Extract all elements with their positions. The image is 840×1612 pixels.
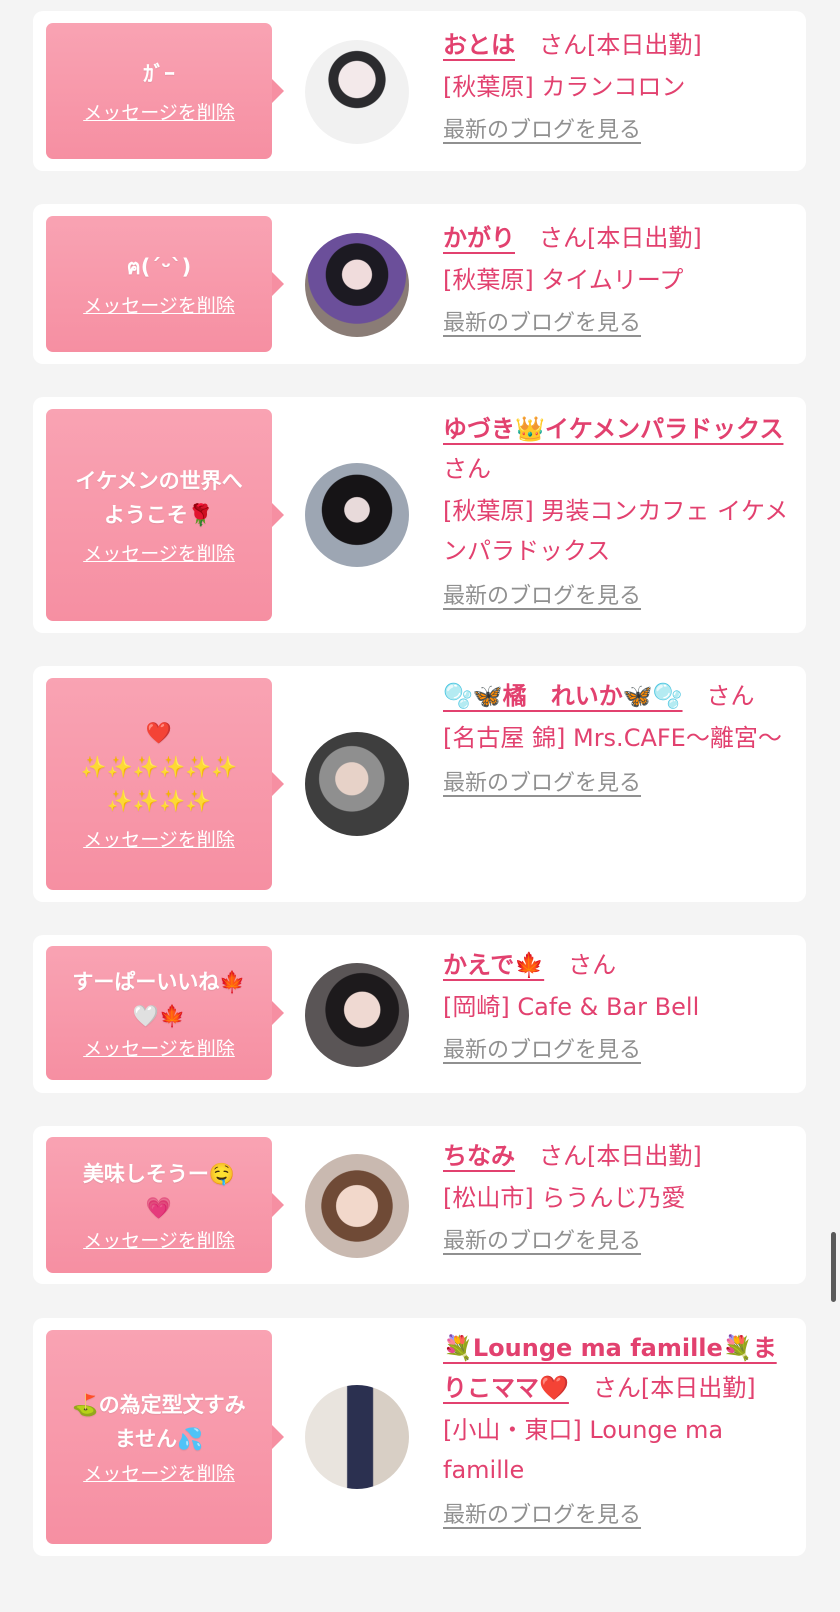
- shop-text: [小山・東口] Lounge ma famille: [443, 1416, 724, 1484]
- honorific: さん: [568, 951, 617, 979]
- attendance-status: [本日出勤]: [587, 31, 702, 59]
- honorific: さん: [539, 1142, 587, 1170]
- blog-link[interactable]: 最新のブログを見る: [443, 1500, 641, 1532]
- message-card: すーぱーいいね🍁 🤍🍁 メッセージを削除 かえで🍁 さん [岡崎] Cafe &…: [33, 935, 806, 1093]
- message-text: 美味しそうー🤤 💗: [82, 1162, 236, 1220]
- honorific: さん: [443, 455, 491, 483]
- honorific: さん: [706, 682, 755, 710]
- blog-link[interactable]: 最新のブログを見る: [443, 581, 641, 613]
- profile-info: かえで🍁 さん [岡崎] Cafe & Bar Bell 最新のブログを見る: [443, 945, 795, 1067]
- attendance-status: [本日出勤]: [587, 1142, 702, 1170]
- profile-info: 💐Lounge ma famille💐まりこママ❤️ さん[本日出勤] [小山・…: [443, 1328, 795, 1532]
- cast-name-link[interactable]: ゆづき👑イケメンパラドックス: [443, 415, 783, 443]
- message-bubble: 美味しそうー🤤 💗 メッセージを削除: [46, 1137, 284, 1273]
- avatar[interactable]: [305, 1385, 409, 1489]
- blog-link[interactable]: 最新のブログを見る: [443, 768, 641, 800]
- delete-message-link[interactable]: メッセージを削除: [83, 828, 235, 852]
- cast-name-link[interactable]: かえで🍁: [443, 951, 544, 979]
- blog-link[interactable]: 最新のブログを見る: [443, 115, 641, 147]
- message-text: すーぱーいいね🍁 🤍🍁: [72, 970, 246, 1028]
- scrollbar[interactable]: [831, 1232, 836, 1302]
- profile-info: ちなみ さん[本日出勤] [松山市] らうんじ乃愛 最新のブログを見る: [443, 1136, 795, 1258]
- message-text: ❤️ ✨✨✨✨✨✨ ✨✨✨✨: [80, 721, 238, 813]
- delete-message-link[interactable]: メッセージを削除: [83, 1462, 235, 1486]
- avatar[interactable]: [305, 1154, 409, 1258]
- shop-text: [岡崎] Cafe & Bar Bell: [443, 993, 700, 1021]
- message-card: 美味しそうー🤤 💗 メッセージを削除 ちなみ さん[本日出勤] [松山市] らう…: [33, 1126, 806, 1284]
- shop-text: [秋葉原] 男装コンカフェ イケメンパラドックス: [443, 497, 789, 565]
- profile-info: 🫧🦋橘 れいか🦋🫧 さん [名古屋 錦] Mrs.CAFE〜離宮〜 最新のブログ…: [443, 676, 795, 800]
- message-bubble: ❤️ ✨✨✨✨✨✨ ✨✨✨✨ メッセージを削除: [46, 678, 284, 890]
- attendance-status: [本日出勤]: [640, 1374, 756, 1402]
- cast-name-link[interactable]: ちなみ: [443, 1142, 515, 1170]
- message-card: ⛳️の為定型文すみ ません💦 メッセージを削除 💐Lounge ma famil…: [33, 1318, 806, 1556]
- cast-name-link[interactable]: おとは: [443, 31, 515, 59]
- cast-name-link[interactable]: かがり: [443, 224, 515, 252]
- delete-message-link[interactable]: メッセージを削除: [83, 101, 235, 125]
- message-list: ｶﾞｰ メッセージを削除 おとは さん[本日出勤] [秋葉原] カランコロン 最…: [0, 0, 840, 1612]
- message-bubble: すーぱーいいね🍁 🤍🍁 メッセージを削除: [46, 946, 284, 1080]
- delete-message-link[interactable]: メッセージを削除: [83, 1037, 235, 1061]
- message-text: ⛳️の為定型文すみ ません💦: [72, 1393, 246, 1451]
- attendance-status: [本日出勤]: [587, 224, 702, 252]
- delete-message-link[interactable]: メッセージを削除: [83, 294, 235, 318]
- avatar[interactable]: [305, 963, 409, 1067]
- avatar[interactable]: [305, 40, 409, 144]
- message-text: イケメンの世界へ ようこそ🌹: [75, 469, 243, 527]
- shop-text: [秋葉原] カランコロン: [443, 73, 686, 101]
- delete-message-link[interactable]: メッセージを削除: [83, 1229, 235, 1253]
- message-text: ฅ(ˊᵕˋ): [126, 255, 192, 279]
- cast-name-link[interactable]: 🫧🦋橘 れいか🦋🫧: [443, 682, 683, 710]
- message-bubble: ฅ(ˊᵕˋ) メッセージを削除: [46, 216, 284, 352]
- delete-message-link[interactable]: メッセージを削除: [83, 542, 235, 566]
- message-card: ｶﾞｰ メッセージを削除 おとは さん[本日出勤] [秋葉原] カランコロン 最…: [33, 11, 806, 171]
- honorific: さん: [592, 1374, 641, 1402]
- blog-link[interactable]: 最新のブログを見る: [443, 308, 641, 340]
- shop-text: [秋葉原] タイムリープ: [443, 266, 684, 294]
- message-card: ❤️ ✨✨✨✨✨✨ ✨✨✨✨ メッセージを削除 🫧🦋橘 れいか🦋🫧 さん [名古…: [33, 666, 806, 902]
- message-bubble: ｶﾞｰ メッセージを削除: [46, 23, 284, 159]
- message-bubble: ⛳️の為定型文すみ ません💦 メッセージを削除: [46, 1330, 284, 1544]
- blog-link[interactable]: 最新のブログを見る: [443, 1226, 641, 1258]
- shop-text: [松山市] らうんじ乃愛: [443, 1184, 686, 1212]
- avatar[interactable]: [305, 463, 409, 567]
- profile-info: おとは さん[本日出勤] [秋葉原] カランコロン 最新のブログを見る: [443, 25, 795, 147]
- avatar[interactable]: [305, 732, 409, 836]
- honorific: さん: [539, 224, 587, 252]
- profile-info: ゆづき👑イケメンパラドックス さん [秋葉原] 男装コンカフェ イケメンパラドッ…: [443, 409, 795, 613]
- avatar[interactable]: [305, 233, 409, 337]
- message-text: ｶﾞｰ: [143, 62, 175, 86]
- message-bubble: イケメンの世界へ ようこそ🌹 メッセージを削除: [46, 409, 284, 621]
- honorific: さん: [539, 31, 587, 59]
- message-card: イケメンの世界へ ようこそ🌹 メッセージを削除 ゆづき👑イケメンパラドックス さ…: [33, 397, 806, 633]
- profile-info: かがり さん[本日出勤] [秋葉原] タイムリープ 最新のブログを見る: [443, 218, 795, 340]
- shop-text: [名古屋 錦] Mrs.CAFE〜離宮〜: [443, 724, 782, 752]
- blog-link[interactable]: 最新のブログを見る: [443, 1035, 641, 1067]
- message-card: ฅ(ˊᵕˋ) メッセージを削除 かがり さん[本日出勤] [秋葉原] タイムリー…: [33, 204, 806, 364]
